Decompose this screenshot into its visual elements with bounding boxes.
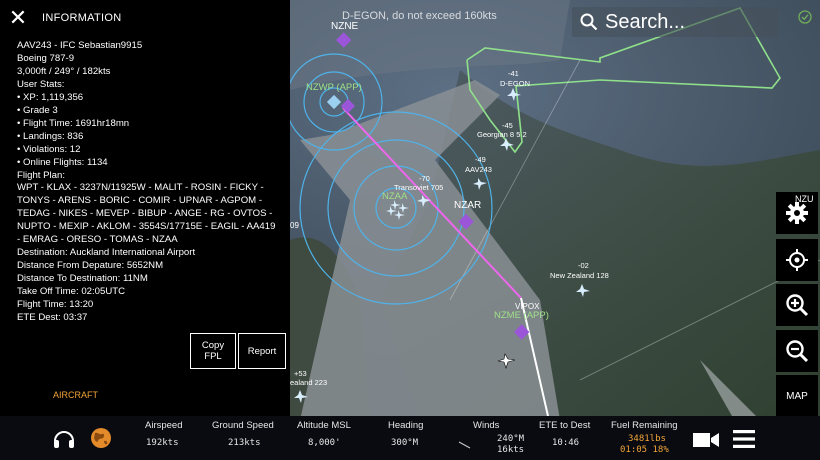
takeoff-time: Take Off Time: 02:05UTC bbox=[17, 286, 126, 298]
stat-grade: Grade 3 bbox=[17, 105, 285, 118]
traffic-alt: -49 bbox=[475, 155, 486, 164]
copy-fpl-label: Copy FPL bbox=[202, 340, 224, 362]
user-stats-label: User Stats: bbox=[17, 78, 65, 90]
search-icon bbox=[580, 13, 598, 31]
traffic-callsign: New Zealand 128 bbox=[550, 271, 609, 280]
zoom-out-icon bbox=[786, 340, 809, 363]
globe-icon[interactable] bbox=[90, 427, 112, 449]
ete-value: 10:46 bbox=[552, 438, 580, 448]
wind-arrow-icon bbox=[458, 441, 471, 449]
edge-label: 09 bbox=[290, 221, 299, 230]
heading-label: Heading bbox=[388, 420, 424, 431]
info-panel: ✕ INFORMATION AAV243 - IFC Sebastian9915… bbox=[0, 0, 290, 416]
flight-time: Flight Time: 13:20 bbox=[17, 299, 94, 311]
flight-state: 3,000ft / 249° / 182kts bbox=[17, 65, 111, 77]
map-button[interactable]: MAP bbox=[776, 375, 818, 417]
check-icon bbox=[798, 10, 812, 24]
search-bar[interactable]: Search... bbox=[572, 7, 778, 37]
heading-value: 300°M bbox=[391, 438, 419, 448]
airport-label-nzne: NZNE bbox=[331, 21, 359, 32]
ground-speed-label: Ground Speed bbox=[212, 420, 274, 431]
winds-speed: 16kts bbox=[497, 445, 525, 455]
airspeed-label: Airspeed bbox=[145, 420, 183, 431]
report-button[interactable]: Report bbox=[238, 333, 286, 369]
waypoint-label: VIPOX bbox=[515, 302, 540, 311]
stat-violations: Violations: 12 bbox=[17, 144, 285, 157]
distance-to-destination: Distance To Destination: 11NM bbox=[17, 273, 148, 285]
flight-plan: WPT - KLAX - 3237N/11925W - MALIT - ROSI… bbox=[17, 182, 276, 246]
airport-label-nzwp: NZWP (APP) bbox=[306, 82, 362, 93]
ete-label: ETE to Dest bbox=[539, 420, 591, 431]
traffic-callsign: D-EGON bbox=[500, 79, 530, 88]
airport-label-nzme: NZME (APP) bbox=[494, 310, 549, 321]
traffic-alt: -45 bbox=[502, 121, 513, 130]
traffic-alt: -41 bbox=[508, 69, 519, 78]
zoom-in-icon bbox=[786, 294, 809, 317]
copy-fpl-line2: FPL bbox=[204, 351, 222, 362]
airport-label-nzaa: NZAA bbox=[382, 191, 408, 202]
airspeed-value: 192kts bbox=[146, 438, 179, 448]
atc-notice: D-EGON, do not exceed 160kts bbox=[342, 10, 497, 22]
ete-dest: ETE Dest: 03:37 bbox=[17, 312, 88, 324]
stat-landings: Landings: 836 bbox=[17, 131, 285, 144]
menu-icon[interactable] bbox=[732, 428, 756, 450]
fuel-time: 01:05 18% bbox=[620, 445, 669, 455]
traffic-alt: -02 bbox=[578, 261, 589, 270]
airport-nzaa[interactable]: NZAA bbox=[382, 191, 408, 202]
copy-fpl-button[interactable]: Copy FPL bbox=[190, 333, 236, 369]
zoom-out-button[interactable] bbox=[776, 330, 818, 372]
aircraft-tab[interactable]: AIRCRAFT bbox=[53, 390, 98, 400]
close-icon[interactable]: ✕ bbox=[8, 7, 28, 29]
airport-label-nzar: NZAR bbox=[454, 200, 481, 211]
info-body: AAV243 - IFC Sebastian9915 Boeing 787-9 … bbox=[17, 40, 285, 325]
traffic-callsign: AAV243 bbox=[465, 165, 492, 174]
ground-speed-value: 213kts bbox=[228, 438, 261, 448]
altitude-value: 8,000' bbox=[308, 438, 341, 448]
fuel-value: 3481lbs bbox=[628, 434, 666, 444]
copy-fpl-line1: Copy bbox=[201, 340, 225, 351]
distance-from-departure: Distance From Depature: 5652NM bbox=[17, 260, 164, 272]
destination: Destination: Auckland International Airp… bbox=[17, 247, 196, 259]
zoom-in-button[interactable] bbox=[776, 284, 818, 326]
traffic-callsign: ealand 223 bbox=[290, 378, 327, 387]
traffic-alt: -70 bbox=[419, 174, 430, 183]
gear-icon bbox=[786, 202, 808, 224]
altitude-label: Altitude MSL bbox=[297, 420, 351, 431]
winds-direction: 240°M bbox=[497, 434, 525, 444]
stat-xp: XP: 1,119,356 bbox=[17, 92, 285, 105]
fuel-label: Fuel Remaining bbox=[611, 420, 678, 431]
center-button[interactable] bbox=[776, 239, 818, 281]
headset-icon[interactable] bbox=[52, 427, 76, 451]
winds-label: Winds bbox=[473, 420, 500, 431]
search-placeholder: Search... bbox=[605, 10, 686, 33]
traffic-callsign: Georgian 8 5 2 bbox=[477, 130, 527, 139]
callsign: AAV243 - IFC Sebastian9915 bbox=[17, 40, 143, 51]
panel-title: INFORMATION bbox=[42, 12, 122, 24]
traffic-alt: +53 bbox=[294, 369, 307, 378]
camera-icon[interactable] bbox=[692, 430, 720, 450]
nzu-label: NZU bbox=[795, 194, 814, 204]
stat-flight-time: Flight Time: 1691hr18mn bbox=[17, 118, 285, 131]
stat-online-flights: Online Flights: 1134 bbox=[17, 157, 285, 170]
flight-plan-label: Flight Plan: bbox=[17, 169, 65, 181]
crosshair-icon bbox=[786, 249, 808, 271]
traffic-callsign: Transoviet 705 bbox=[394, 183, 443, 192]
aircraft-type: Boeing 787-9 bbox=[17, 52, 75, 64]
